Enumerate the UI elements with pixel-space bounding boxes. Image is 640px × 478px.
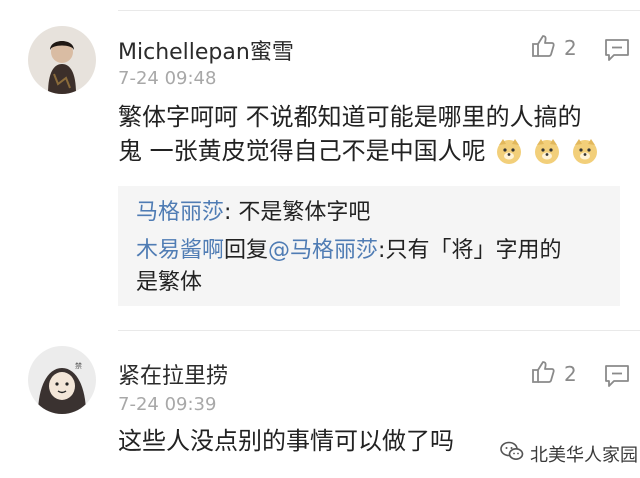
thumbs-up-icon <box>530 33 556 64</box>
reply-item: 马格丽莎: 不是繁体字吧 <box>136 198 370 228</box>
divider <box>118 10 640 11</box>
like-count: 2 <box>564 362 577 386</box>
avatar[interactable] <box>28 26 96 94</box>
comment-icon <box>604 365 630 392</box>
username[interactable]: 紧在拉里捞 <box>118 358 228 390</box>
reply-username[interactable]: 马格丽莎 <box>136 200 224 225</box>
reply-username[interactable]: 木易酱啊 <box>136 238 224 263</box>
reply-text-continued: 是繁体 <box>136 270 203 295</box>
doge-emoji-icon <box>571 137 599 174</box>
timestamp: 7-24 09:39 <box>118 394 217 415</box>
watermark: 北美华人家园 <box>500 440 638 467</box>
reply-text: : 不是繁体字吧 <box>224 200 371 225</box>
thumbs-up-icon <box>530 359 556 390</box>
comment-text-line: 繁体字呵呵 不说都知道可能是哪里的人搞的 <box>118 103 582 131</box>
reply-thread: 马格丽莎: 不是繁体字吧 木易酱啊回复@马格丽莎:只有「将」字用的 是繁体 <box>118 186 620 306</box>
divider <box>118 330 640 331</box>
reply-text: :只有「将」字用的 <box>378 238 562 263</box>
reply-verb: 回复 <box>224 238 269 263</box>
reply-button[interactable] <box>604 38 630 62</box>
doge-emoji-icon <box>495 137 523 174</box>
comment-text-segment: 鬼 一张黄皮觉得自己不是中国人呢 <box>118 137 486 165</box>
svg-text:禁: 禁 <box>75 362 82 370</box>
comment-feed: Michellepan蜜雪 7-24 09:48 2 繁体字呵呵 不说都知道可能… <box>0 0 640 478</box>
like-button[interactable]: 2 <box>530 360 577 388</box>
reply-item: 木易酱啊回复@马格丽莎:只有「将」字用的 <box>136 236 561 266</box>
like-button[interactable]: 2 <box>530 34 577 62</box>
reply-button[interactable] <box>604 364 630 388</box>
username[interactable]: Michellepan蜜雪 <box>118 34 294 66</box>
watermark-label: 北美华人家园 <box>530 444 638 466</box>
comment-text-line: 鬼 一张黄皮觉得自己不是中国人呢 <box>118 134 618 174</box>
avatar[interactable]: 禁 <box>28 346 96 414</box>
doge-emoji-icon <box>533 137 561 174</box>
wechat-icon <box>500 440 524 467</box>
comment-text: 繁体字呵呵 不说都知道可能是哪里的人搞的 鬼 一张黄皮觉得自己不是中国人呢 <box>118 100 618 174</box>
reply-mention[interactable]: @马格丽莎 <box>268 238 378 263</box>
timestamp: 7-24 09:48 <box>118 68 217 89</box>
comment-icon <box>604 39 630 66</box>
like-count: 2 <box>564 36 577 60</box>
